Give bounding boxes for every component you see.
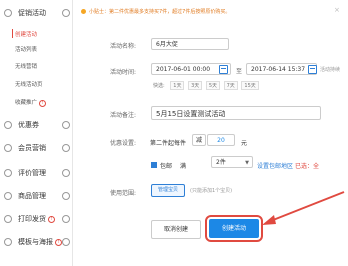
activity-name-input[interactable]: 6月大促 <box>151 38 229 50</box>
sidebar-group-label: 促销活动 <box>18 9 46 17</box>
calendar-icon[interactable] <box>308 65 317 74</box>
annotation-arrow-icon <box>262 191 345 225</box>
sidebar-item-wireless-marketing[interactable]: 无线营销 <box>15 62 37 70</box>
lightbulb-icon <box>81 9 86 14</box>
sidebar-group-member-marketing[interactable]: 会员营销 <box>0 143 72 153</box>
remark-label: 活动备注: <box>110 112 137 119</box>
discount-label: 优惠设置: <box>110 140 137 147</box>
gear-icon[interactable] <box>62 144 70 152</box>
review-icon <box>4 169 12 177</box>
shipping-region: 设置包邮地区 已选：全 <box>257 161 319 170</box>
to-text: 至 <box>236 68 243 75</box>
sidebar-item-label: 收藏推广 <box>15 100 38 106</box>
sidebar-group-label: 评价管理 <box>18 169 46 177</box>
discount-unit: 元 <box>241 140 248 147</box>
sidebar-item-activity-list[interactable]: 活动列表 <box>15 45 37 53</box>
gear-icon[interactable] <box>62 215 70 223</box>
template-icon <box>4 238 12 246</box>
scope-label: 使用范围: <box>110 190 137 197</box>
gear-icon[interactable] <box>62 9 70 17</box>
hot-badge-icon: ! <box>55 238 62 246</box>
gear-icon[interactable] <box>62 169 70 177</box>
quick-option[interactable]: 15天 <box>241 81 259 90</box>
product-icon <box>4 192 12 200</box>
shipping-region-value: 已选：全 <box>294 163 319 170</box>
tip-banner: 小贴士：第二件优惠最多支持买7件，超过7件后按照原价购买。 <box>81 8 230 15</box>
sidebar-item-wireless-page[interactable]: 无线活动页 <box>15 80 43 88</box>
sidebar-group-print-shipping[interactable]: 打印发货 ! <box>0 214 72 224</box>
discount-value-input[interactable]: 20 <box>207 134 235 146</box>
sidebar-group-coupons[interactable]: 优惠券 <box>0 120 72 130</box>
duration-text: 活动持续 <box>320 67 341 73</box>
create-activity-button[interactable]: 创建活动 <box>205 215 263 242</box>
shipping-condition-text: 满 <box>180 163 187 170</box>
sidebar-group-label: 打印发货 <box>18 215 46 223</box>
gear-icon[interactable] <box>62 121 70 129</box>
discount-prefix: 第二件起每件 <box>150 140 187 147</box>
gear-icon[interactable] <box>62 192 70 200</box>
quick-option[interactable]: 7天 <box>223 81 238 90</box>
discount-mode-select[interactable]: 减 <box>192 134 206 146</box>
sidebar-group-label: 优惠券 <box>18 121 39 129</box>
end-time-input[interactable]: 2017-06-14 15:37 <box>246 63 317 75</box>
manage-items-button[interactable]: 管理宝贝 <box>151 184 185 197</box>
quick-select: 快选: 1天 3天 5天 7天 15天 <box>151 81 261 90</box>
cancel-create-button[interactable]: 取消创建 <box>151 220 201 239</box>
sidebar: 促销活动 创建活动 活动列表 无线营销 无线活动页 收藏推广! 优惠券 会员营销… <box>0 0 73 266</box>
remark-input[interactable]: 5月15日设置测试活动 <box>151 106 321 120</box>
sidebar-item-favorite-promo[interactable]: 收藏推广! <box>15 98 47 107</box>
printer-icon <box>4 215 12 223</box>
member-icon <box>4 144 12 152</box>
calendar-icon[interactable] <box>219 65 228 74</box>
quick-option[interactable]: 5天 <box>205 81 221 90</box>
quick-option[interactable]: 3天 <box>188 81 203 90</box>
promotion-icon <box>4 9 12 17</box>
sidebar-group-reviews[interactable]: 评价管理 <box>0 168 72 178</box>
scope-hint: (只能添加1个宝贝) <box>190 188 233 194</box>
quick-select-label: 快选: <box>153 83 165 89</box>
sidebar-group-label: 模板与海报 <box>18 238 53 246</box>
shipping-region-link[interactable]: 设置包邮地区 <box>257 163 293 170</box>
free-shipping-checkbox[interactable] <box>151 162 157 168</box>
hot-badge-icon: ! <box>48 215 55 223</box>
sidebar-group-templates[interactable]: 模板与海报 ! <box>0 237 72 247</box>
coupon-icon <box>4 121 12 129</box>
activity-name-label: 活动名称: <box>110 43 137 50</box>
sidebar-group-products[interactable]: 商品管理 <box>0 191 72 201</box>
sidebar-item-create-activity[interactable]: 创建活动 <box>15 30 37 38</box>
sidebar-group-label: 会员营销 <box>18 144 46 152</box>
sidebar-group-label: 商品管理 <box>18 192 46 200</box>
active-indicator <box>12 29 13 38</box>
tip-text: 小贴士：第二件优惠最多支持买7件，超过7件后按照原价购买。 <box>89 9 231 15</box>
chevron-down-icon: ▼ <box>245 160 249 166</box>
sidebar-group-promotions[interactable]: 促销活动 <box>0 8 72 18</box>
free-shipping-label: 包邮 <box>160 163 173 170</box>
shipping-qty-select[interactable]: 2件 ▼ <box>211 156 253 168</box>
quick-option[interactable]: 1天 <box>170 81 185 90</box>
hot-badge-icon: ! <box>39 100 47 107</box>
shipping-qty-value: 2件 <box>216 159 226 166</box>
activity-time-label: 活动时间: <box>110 69 137 76</box>
close-icon[interactable]: × <box>334 6 342 14</box>
gear-icon[interactable] <box>62 238 70 246</box>
